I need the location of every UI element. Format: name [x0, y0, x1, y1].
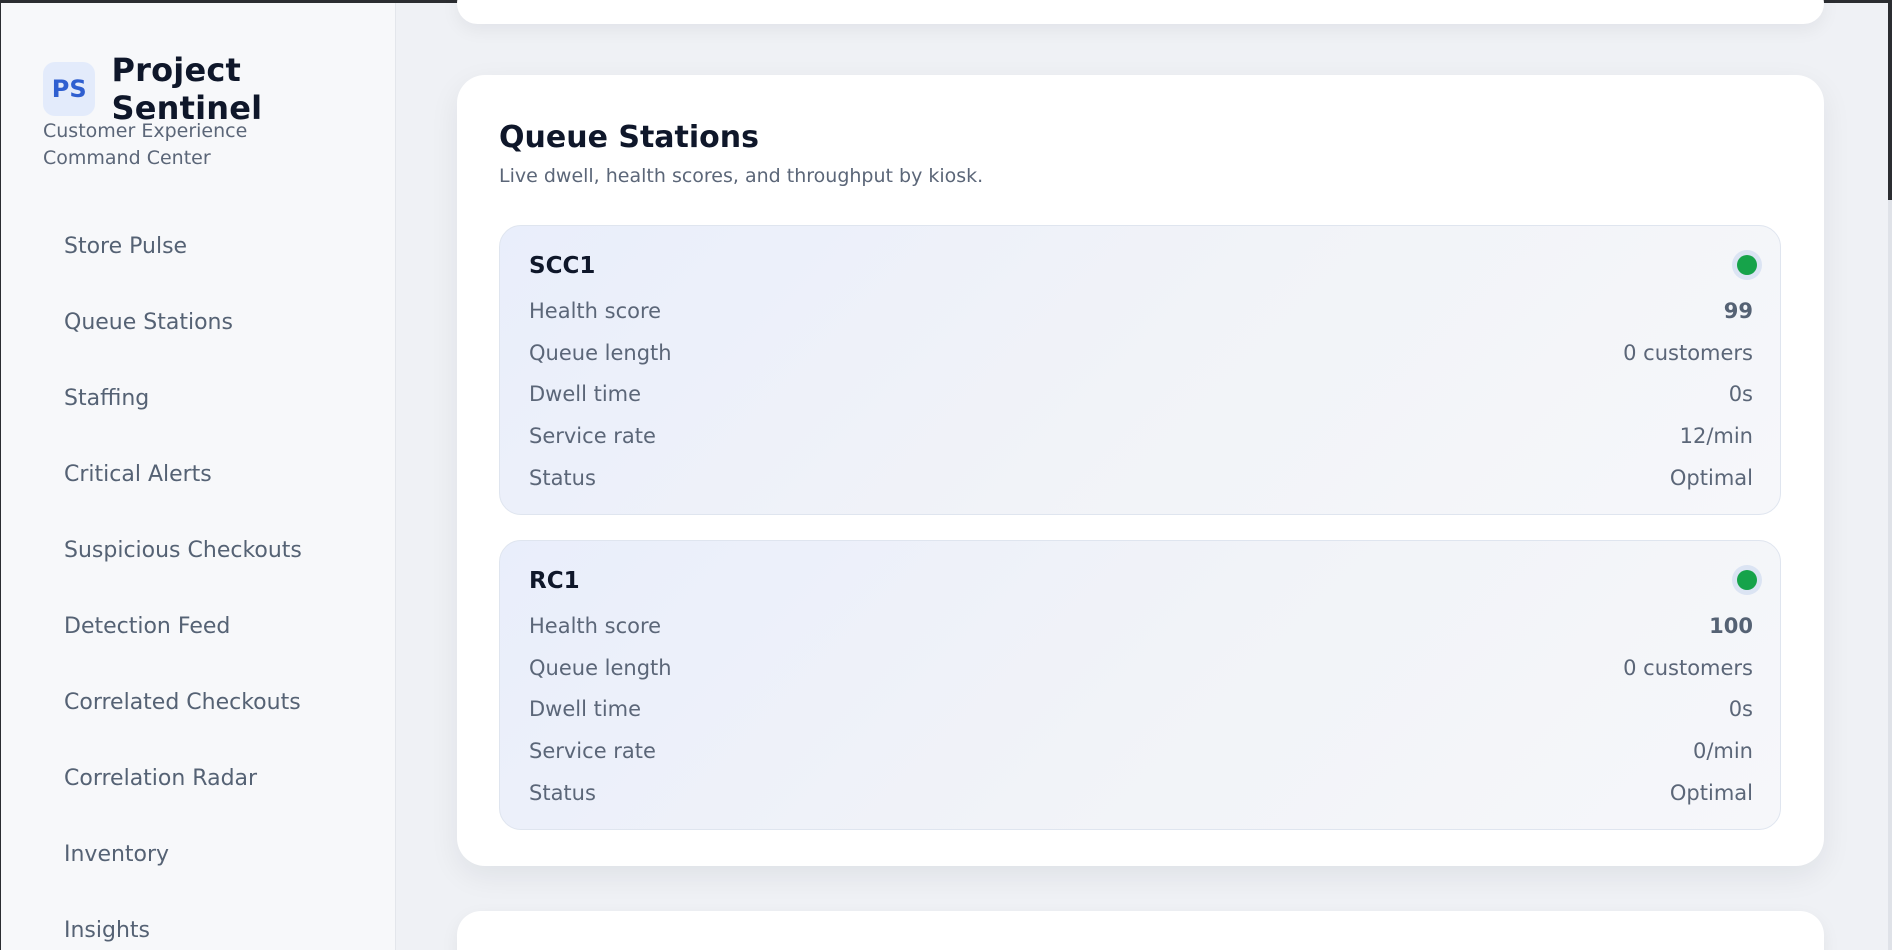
metric-dwell: Dwell time 0s: [529, 378, 1753, 410]
status-indicator: [1732, 250, 1762, 280]
metric-label: Service rate: [529, 739, 656, 763]
metric-value: 0 customers: [1623, 656, 1753, 680]
sidebar-item-insights[interactable]: Insights: [1, 892, 396, 950]
metric-label: Service rate: [529, 424, 656, 448]
metric-label: Dwell time: [529, 697, 642, 721]
sidebar-item-correlated-checkouts[interactable]: Correlated Checkouts: [1, 664, 396, 740]
queue-stations-panel: Queue Stations Live dwell, health scores…: [457, 75, 1824, 866]
status-dot-icon: [1737, 255, 1757, 275]
metric-value: 0s: [1728, 697, 1753, 721]
metric-value: Optimal: [1669, 781, 1753, 805]
metric-rate: Service rate 12/min: [529, 420, 1753, 452]
metric-label: Health score: [529, 299, 662, 323]
metric-label: Queue length: [529, 341, 672, 365]
metric-value: 0/min: [1692, 739, 1753, 763]
sidebar-item-critical-alerts[interactable]: Critical Alerts: [1, 436, 396, 512]
sidebar: PS Project Sentinel Customer Experience …: [1, 3, 396, 950]
panel-subtitle: Live dwell, health scores, and throughpu…: [499, 165, 984, 187]
status-dot-icon: [1737, 570, 1757, 590]
station-card-rc1[interactable]: RC1 Health score 100 Queue length 0 cust…: [499, 540, 1781, 830]
panel-title: Queue Stations: [499, 120, 759, 155]
previous-card: [457, 0, 1824, 24]
metric-value: 100: [1709, 614, 1753, 638]
metric-value: Optimal: [1669, 466, 1753, 490]
metric-label: Dwell time: [529, 382, 642, 406]
metric-dwell: Dwell time 0s: [529, 693, 1753, 725]
sidebar-nav: Store Pulse Queue Stations Staffing Crit…: [1, 208, 396, 950]
brand-badge: PS: [43, 62, 96, 116]
station-card-scc1[interactable]: SCC1 Health score 99 Queue length 0 cust…: [499, 225, 1781, 515]
sidebar-item-suspicious-checkouts[interactable]: Suspicious Checkouts: [1, 512, 396, 588]
metric-label: Status: [529, 781, 596, 805]
metric-rate: Service rate 0/min: [529, 735, 1753, 767]
metric-label: Queue length: [529, 656, 672, 680]
station-name: RC1: [529, 568, 580, 594]
scrollbar-thumb[interactable]: [1888, 0, 1892, 200]
metric-status: Status Optimal: [529, 777, 1753, 809]
metric-queue: Queue length 0 customers: [529, 337, 1753, 369]
metric-value: 12/min: [1679, 424, 1753, 448]
sidebar-item-staffing[interactable]: Staffing: [1, 360, 396, 436]
metric-value: 0 customers: [1623, 341, 1753, 365]
metric-label: Status: [529, 466, 596, 490]
metric-health: Health score 100: [529, 610, 1753, 642]
brand-title: Project Sentinel: [111, 51, 263, 127]
sidebar-item-detection-feed[interactable]: Detection Feed: [1, 588, 396, 664]
brand: PS Project Sentinel: [43, 51, 395, 127]
station-name: SCC1: [529, 253, 596, 279]
next-card: [457, 911, 1824, 950]
metric-health: Health score 99: [529, 295, 1753, 327]
sidebar-item-inventory[interactable]: Inventory: [1, 816, 396, 892]
app-window: PS Project Sentinel Customer Experience …: [0, 0, 1892, 950]
sidebar-item-queue-stations[interactable]: Queue Stations: [1, 284, 396, 360]
metric-label: Health score: [529, 614, 662, 638]
main-content: Queue Stations Live dwell, health scores…: [396, 0, 1888, 950]
status-indicator: [1732, 565, 1762, 595]
brand-subtitle: Customer Experience Command Center: [43, 120, 248, 169]
metric-queue: Queue length 0 customers: [529, 652, 1753, 684]
sidebar-item-correlation-radar[interactable]: Correlation Radar: [1, 740, 396, 816]
metric-value: 0s: [1728, 382, 1753, 406]
sidebar-item-store-pulse[interactable]: Store Pulse: [1, 208, 396, 284]
metric-value: 99: [1723, 299, 1753, 323]
metric-status: Status Optimal: [529, 462, 1753, 494]
